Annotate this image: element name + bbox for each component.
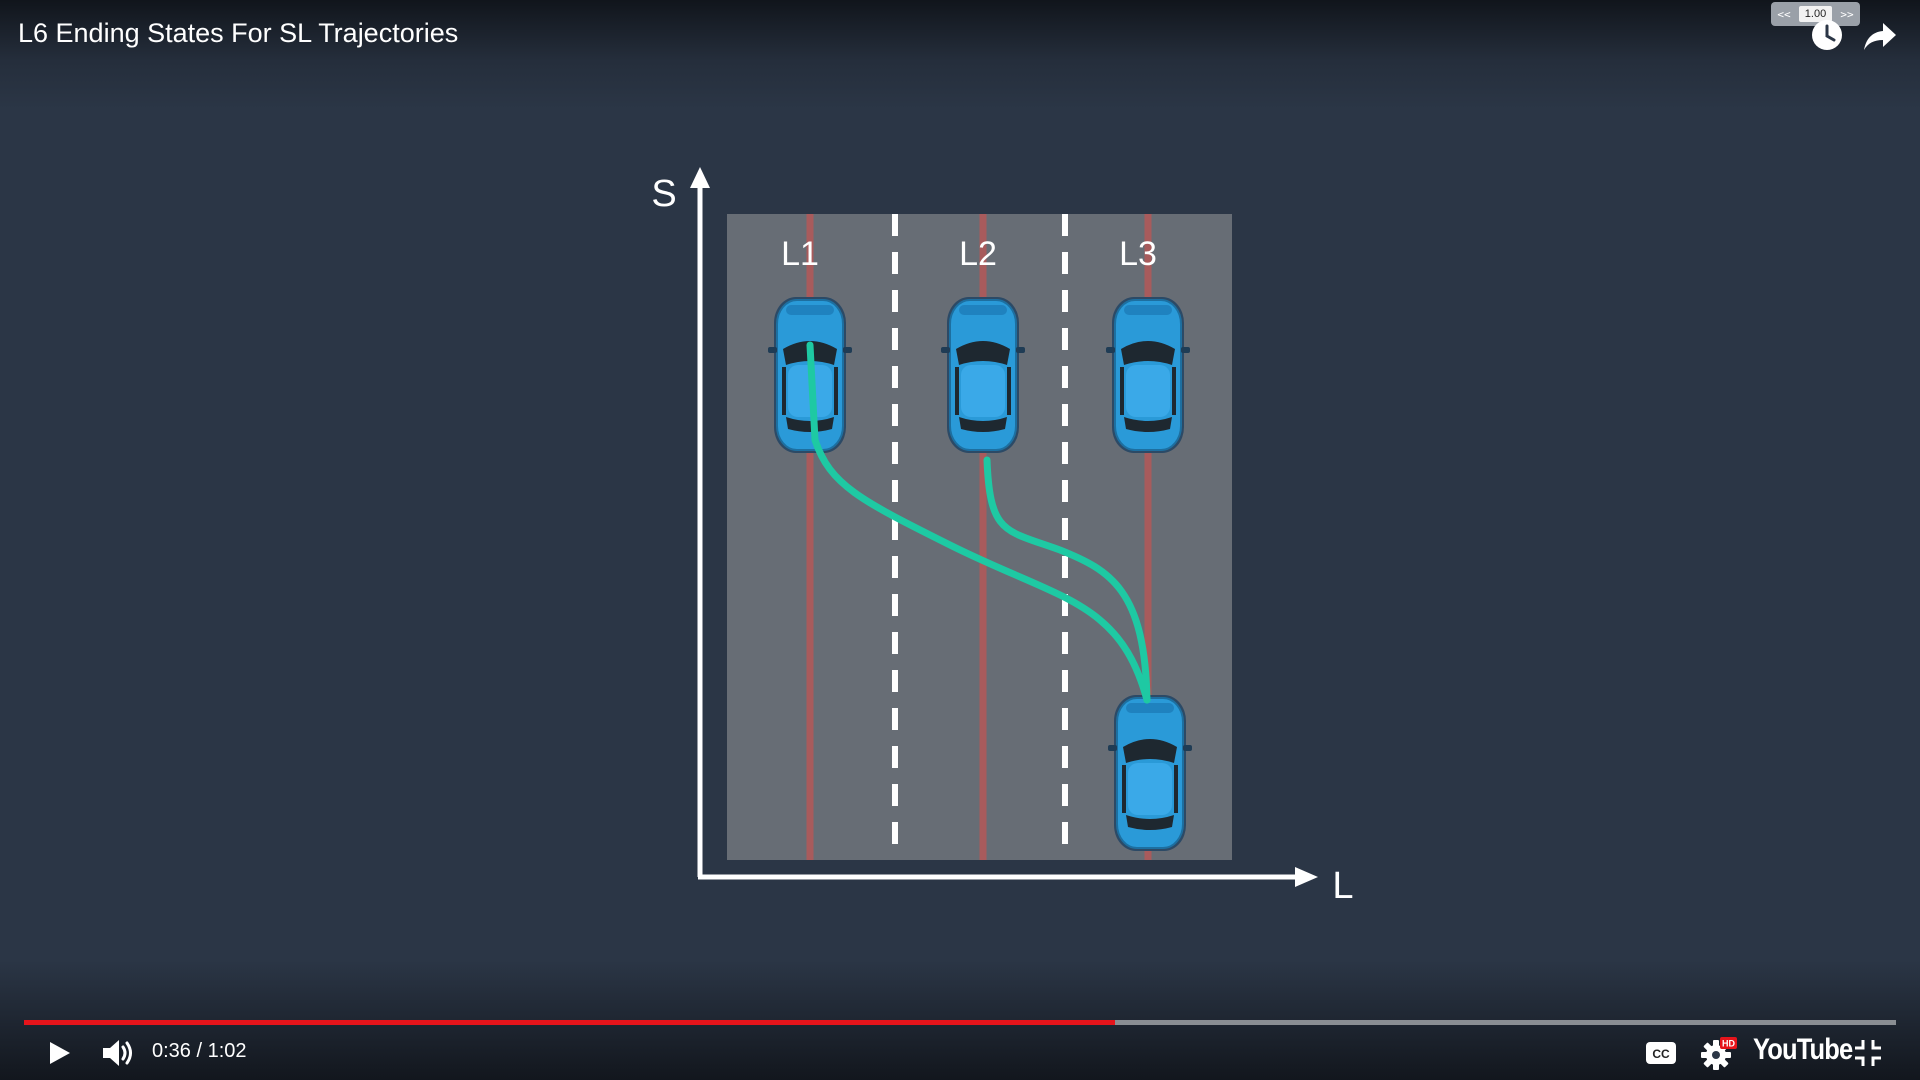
speaker-icon[interactable] (100, 1036, 136, 1070)
youtube-logo[interactable]: YouTube (1753, 1033, 1853, 1067)
clock-icon[interactable] (1810, 18, 1844, 52)
lane-label-l3: L3 (1119, 235, 1157, 273)
ego-car (1106, 693, 1194, 853)
hd-badge: HD (1722, 1039, 1735, 1049)
time-separator: / (196, 1040, 203, 1062)
target-car-l3 (1104, 295, 1192, 455)
speed-decrease-button[interactable]: << (1774, 8, 1794, 21)
axis-label-s: S (651, 173, 676, 215)
video-player[interactable]: L1 L2 L3 S L L6 Ending States For SL Tra… (0, 0, 1920, 1080)
gear-icon[interactable]: HD (1700, 1036, 1738, 1070)
cc-icon[interactable]: CC (1645, 1040, 1677, 1066)
svg-text:CC: CC (1652, 1047, 1670, 1061)
progress-bar[interactable] (24, 1020, 1896, 1025)
lane-label-l2: L2 (959, 235, 997, 273)
progress-played (24, 1020, 1116, 1025)
axis-label-l: L (1332, 865, 1353, 907)
l-axis-arrowhead (1295, 867, 1318, 887)
s-axis-arrowhead (690, 167, 710, 188)
lane-label-l1: L1 (781, 235, 819, 273)
time-display: 0:36 / 1:02 (152, 1040, 247, 1063)
share-arrow-icon[interactable] (1862, 20, 1898, 52)
play-icon[interactable] (44, 1038, 74, 1068)
video-title[interactable]: L6 Ending States For SL Trajectories (18, 18, 458, 49)
top-overlay (0, 0, 1920, 110)
exit-fullscreen-icon[interactable] (1853, 1038, 1883, 1068)
target-car-l2 (939, 295, 1027, 455)
video-frame-diagram: L1 L2 L3 S L (651, 167, 1354, 907)
current-time: 0:36 (152, 1040, 191, 1062)
duration: 1:02 (207, 1040, 247, 1062)
